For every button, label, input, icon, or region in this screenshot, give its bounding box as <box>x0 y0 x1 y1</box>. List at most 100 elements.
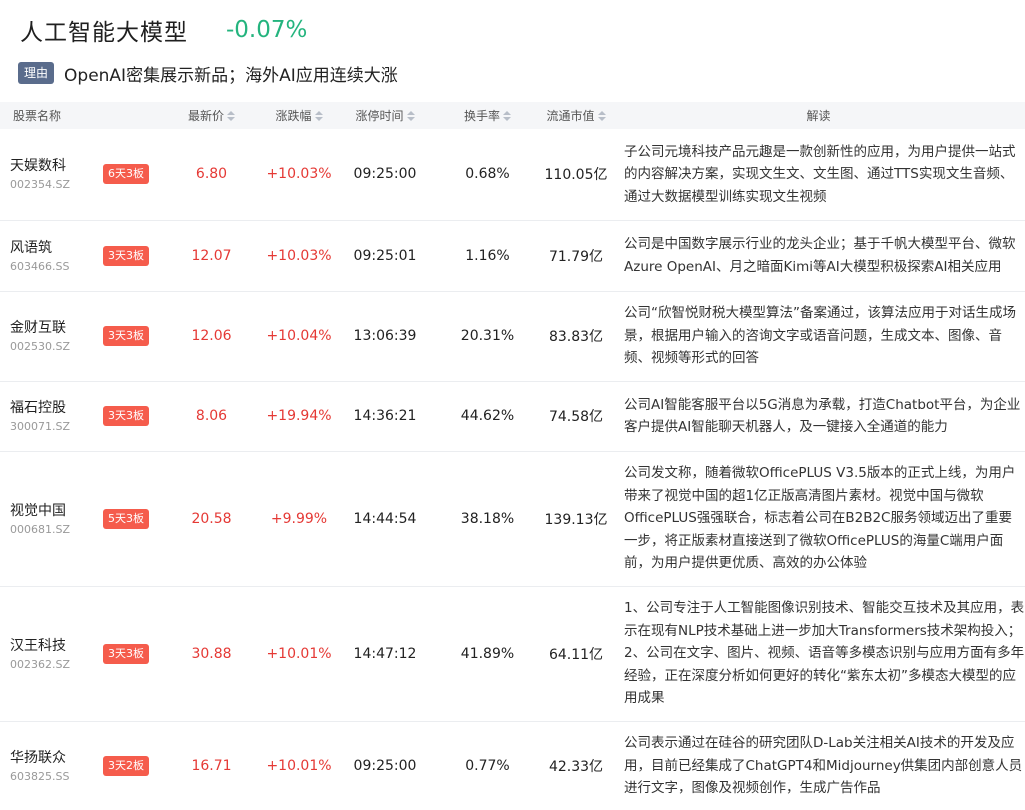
sector-title: 人工智能大模型 <box>20 20 188 46</box>
board-badge: 6天3板 <box>103 164 149 185</box>
reason-text: OpenAI密集展示新品；海外AI应用连续大涨 <box>64 65 398 86</box>
turnover: 44.62% <box>435 381 540 452</box>
stock-name-cell[interactable]: 金财互联 002530.SZ <box>0 291 92 382</box>
board-badge-cell: 5天3板 <box>92 451 160 587</box>
description: 公司“欣智悦财税大模型算法”备案通过，该算法应用于对话生成场景，根据用户输入的咨… <box>612 291 1025 382</box>
table-header: 股票名称 最新价 涨跌幅 涨停时间 换手率 流通市值 解读 <box>0 102 1025 129</box>
sector-change: -0.07% <box>226 17 308 43</box>
table-row[interactable]: 汉王科技 002362.SZ 3天3板 30.88 +10.01% 14:47:1… <box>0 586 1025 722</box>
price: 6.80 <box>160 129 263 221</box>
limit-time: 09:25:01 <box>335 220 435 292</box>
market-cap: 110.05亿 <box>540 129 612 221</box>
price: 30.88 <box>160 586 263 722</box>
stock-name[interactable]: 福石控股 <box>10 397 92 419</box>
board-badge-cell: 6天3板 <box>92 129 160 221</box>
market-cap: 42.33亿 <box>540 721 612 810</box>
change: +10.03% <box>263 129 335 221</box>
change: +10.01% <box>263 721 335 810</box>
stock-name-cell[interactable]: 华扬联众 603825.SS <box>0 721 92 810</box>
price: 16.71 <box>160 721 263 810</box>
description: 子公司元境科技产品元趣是一款创新性的应用，为用户提供一站式的内容解决方案，实现文… <box>612 129 1025 221</box>
board-badge: 5天3板 <box>103 508 149 529</box>
stock-code: 002530.SZ <box>10 340 71 353</box>
change: +10.04% <box>263 291 335 382</box>
turnover: 0.68% <box>435 129 540 221</box>
stock-name-cell[interactable]: 汉王科技 002362.SZ <box>0 586 92 722</box>
table-row[interactable]: 天娱数科 002354.SZ 6天3板 6.80 +10.03% 09:25:00… <box>0 129 1025 221</box>
stock-name-cell[interactable]: 视觉中国 000681.SZ <box>0 451 92 587</box>
change: +9.99% <box>263 451 335 587</box>
col-mcap[interactable]: 流通市值 <box>540 102 612 129</box>
price: 12.07 <box>160 220 263 292</box>
stock-name[interactable]: 金财互联 <box>10 317 92 339</box>
stock-code: 000681.SZ <box>10 522 71 536</box>
board-badge: 3天3板 <box>103 406 149 426</box>
market-cap: 64.11亿 <box>540 586 612 722</box>
sort-icon[interactable] <box>503 111 511 122</box>
limit-time: 14:44:54 <box>335 451 435 587</box>
turnover: 38.18% <box>435 451 540 587</box>
table-row[interactable]: 风语筑 603466.SS 3天3板 12.07 +10.03% 09:25:01… <box>0 220 1025 292</box>
stock-name[interactable]: 华扬联众 <box>10 747 92 769</box>
limit-time: 14:36:21 <box>335 381 435 452</box>
sort-icon[interactable] <box>406 111 415 122</box>
turnover: 1.16% <box>435 220 540 292</box>
col-turnover[interactable]: 换手率 <box>435 102 540 129</box>
description: 公司是中国数字展示行业的龙头企业；基于千帆大模型平台、微软Azure OpenA… <box>612 220 1025 292</box>
limit-time: 09:25:00 <box>335 721 435 810</box>
col-price[interactable]: 最新价 <box>160 102 263 129</box>
market-cap: 83.83亿 <box>540 291 612 382</box>
turnover: 41.89% <box>435 586 540 722</box>
price: 20.58 <box>160 451 263 587</box>
stock-code: 002354.SZ <box>10 178 71 192</box>
description: 公司AI智能客服平台以5G消息为承载，打造Chatbot平台，为企业客户提供AI… <box>612 381 1025 452</box>
stock-name-cell[interactable]: 福石控股 300071.SZ <box>0 381 92 452</box>
reason-tag: 理由 <box>18 62 55 84</box>
stock-code: 603466.SS <box>10 259 70 273</box>
sort-icon[interactable] <box>227 111 235 122</box>
board-badge: 3天3板 <box>103 245 149 266</box>
board-badge-cell: 3天2板 <box>92 721 160 810</box>
board-badge-cell: 3天3板 <box>92 291 160 382</box>
change: +19.94% <box>263 381 335 452</box>
sort-icon[interactable] <box>314 111 323 122</box>
turnover: 20.31% <box>435 291 540 382</box>
description: 公司发文称，随着微软OfficePLUS V3.5版本的正式上线，为用户带来了视… <box>612 451 1025 587</box>
market-cap: 139.13亿 <box>540 451 612 587</box>
page: 人工智能大模型 -0.07% 理由 OpenAI密集展示新品；海外AI应用连续大… <box>0 0 1025 810</box>
stock-name[interactable]: 风语筑 <box>10 237 92 259</box>
table-row[interactable]: 福石控股 300071.SZ 3天3板 8.06 +19.94% 14:36:21… <box>0 381 1025 452</box>
table-row[interactable]: 视觉中国 000681.SZ 5天3板 20.58 +9.99% 14:44:54… <box>0 451 1025 587</box>
col-desc: 解读 <box>612 102 1025 129</box>
col-badge <box>92 102 160 129</box>
board-badge: 3天3板 <box>103 643 149 664</box>
reason-bar: 理由 OpenAI密集展示新品；海外AI应用连续大涨 <box>18 60 398 86</box>
change: +10.01% <box>263 586 335 722</box>
table-row[interactable]: 华扬联众 603825.SS 3天2板 16.71 +10.01% 09:25:0… <box>0 721 1025 810</box>
market-cap: 71.79亿 <box>540 220 612 292</box>
stock-name-cell[interactable]: 风语筑 603466.SS <box>0 220 92 292</box>
limit-time: 14:47:12 <box>335 586 435 722</box>
price: 8.06 <box>160 381 263 452</box>
stock-name-cell[interactable]: 天娱数科 002354.SZ <box>0 129 92 221</box>
col-limit-time[interactable]: 涨停时间 <box>335 102 435 129</box>
stock-name[interactable]: 汉王科技 <box>10 635 92 657</box>
stock-name[interactable]: 视觉中国 <box>10 500 92 522</box>
stock-table: 股票名称 最新价 涨跌幅 涨停时间 换手率 流通市值 解读 天娱数科 002354… <box>0 102 1025 810</box>
sort-icon[interactable] <box>597 111 606 122</box>
board-badge: 3天2板 <box>103 756 149 776</box>
change: +10.03% <box>263 220 335 292</box>
col-change[interactable]: 涨跌幅 <box>263 102 335 129</box>
stock-name[interactable]: 天娱数科 <box>10 155 92 177</box>
stock-code: 002362.SZ <box>10 657 71 671</box>
board-badge-cell: 3天3板 <box>92 586 160 722</box>
limit-time: 13:06:39 <box>335 291 435 382</box>
turnover: 0.77% <box>435 721 540 810</box>
board-badge: 3天3板 <box>103 326 149 346</box>
col-name: 股票名称 <box>0 102 92 129</box>
description: 公司表示通过在硅谷的研究团队D-Lab关注相关AI技术的开发及应用，目前已经集成… <box>612 721 1025 810</box>
board-badge-cell: 3天3板 <box>92 220 160 292</box>
market-cap: 74.58亿 <box>540 381 612 452</box>
sector-header: 人工智能大模型 -0.07% <box>20 12 307 48</box>
table-row[interactable]: 金财互联 002530.SZ 3天3板 12.06 +10.04% 13:06:3… <box>0 291 1025 382</box>
